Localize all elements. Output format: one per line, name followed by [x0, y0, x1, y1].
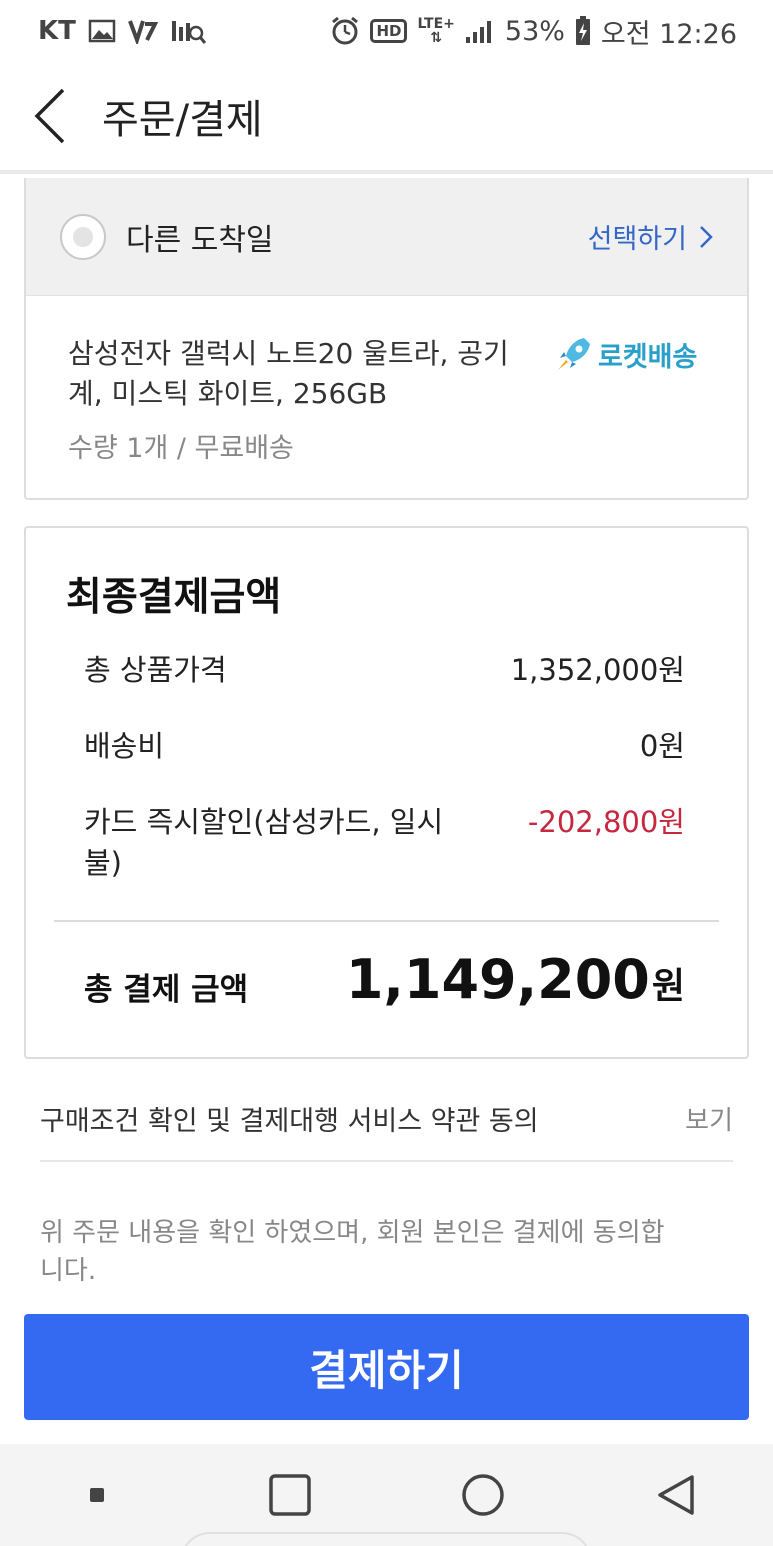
total-value: 1,149,200: [345, 948, 650, 1011]
recent-apps-button[interactable]: [245, 1450, 335, 1540]
app-notification-icon: [128, 18, 158, 44]
alarm-icon: [330, 16, 360, 46]
carrier-label: KT: [38, 16, 76, 46]
status-bar: KT HD LTE+ ⇅ 53% 오전 12:26: [0, 0, 773, 62]
clock: 오전 12:26: [600, 18, 737, 50]
select-date-label: 선택하기: [587, 224, 687, 255]
product-row: 삼성전자 갤럭시 노트20 울트라, 공기계, 미스틱 화이트, 256GB 수…: [26, 296, 747, 465]
status-left: KT: [38, 16, 206, 46]
triangle-back-icon: [658, 1475, 695, 1515]
chart-search-icon: [170, 17, 206, 45]
terms-agreement-row[interactable]: 구매조건 확인 및 결제대행 서비스 약관 동의 보기: [40, 1076, 733, 1162]
circle-icon: [462, 1474, 504, 1516]
rocket-icon: [558, 338, 590, 370]
data-arrows-icon: ⇅: [430, 30, 443, 46]
battery-charging-icon: [575, 16, 591, 46]
line-item-card-discount: 카드 즉시할인(삼성카드, 일시불) -202,800원: [84, 802, 685, 884]
square-icon: [269, 1474, 311, 1516]
status-right: HD LTE+ ⇅ 53% 오전 12:26: [330, 12, 737, 51]
back-button[interactable]: [0, 62, 100, 170]
line-item-product-price: 총 상품가격 1,352,000원: [84, 650, 685, 691]
total-unit: 원: [651, 966, 685, 1007]
hd-voice-icon: HD: [370, 19, 408, 43]
product-name: 삼성전자 갤럭시 노트20 울트라, 공기계, 미스틱 화이트, 256GB: [68, 337, 509, 410]
payment-summary-card: 최종결제금액 총 상품가격 1,352,000원 배송비 0원 카드 즉시할인(…: [24, 526, 749, 1059]
line-item-label: 배송비: [84, 729, 165, 763]
lte-label: LTE+: [417, 16, 455, 32]
discount-value: -202,800원: [527, 805, 685, 839]
pay-button[interactable]: 결제하기: [24, 1314, 749, 1420]
line-item-shipping-fee: 배송비 0원: [84, 726, 685, 767]
delivery-card: 다른 도착일 선택하기 삼성전자 갤럭시 노트20 울트라, 공기계, 미스틱 …: [24, 178, 749, 500]
consent-text: 위 주문 내용을 확인 하였으며, 회원 본인은 결제에 동의합니다.: [40, 1218, 665, 1286]
terms-view-link[interactable]: 보기: [685, 1100, 733, 1137]
rocket-delivery-label: 로켓배송: [598, 341, 698, 373]
navigation-bar: [0, 1444, 773, 1546]
product-quantity-shipping: 수량 1개 / 무료배송: [68, 433, 294, 464]
dot-icon: [89, 1488, 104, 1502]
alt-date-label: 다른 도착일: [126, 222, 274, 258]
line-item-value: 1,352,000원: [510, 653, 685, 687]
select-date-link[interactable]: 선택하기: [588, 217, 713, 256]
radio-dot: [73, 226, 93, 247]
alt-date-radio[interactable]: [60, 213, 106, 260]
nav-dot-button[interactable]: [52, 1450, 142, 1540]
total-label: 총 결제 금액: [84, 972, 249, 1008]
line-item-value: 0원: [639, 729, 685, 763]
chevron-right-icon: [700, 225, 713, 248]
nav-handle: [180, 1532, 592, 1546]
total-amount: 1,149,200 원: [346, 948, 685, 1011]
page-title: 주문/결제: [102, 97, 263, 143]
line-item-label: 총 상품가격: [84, 653, 227, 687]
back-nav-button[interactable]: [631, 1450, 721, 1540]
battery-percent: 53%: [504, 15, 565, 47]
home-button[interactable]: [438, 1450, 528, 1540]
alt-date-option[interactable]: 다른 도착일 선택하기: [26, 178, 747, 296]
lte-icon: LTE+ ⇅: [417, 17, 454, 45]
divider: [54, 920, 719, 922]
summary-title: 최종결제금액: [66, 575, 282, 620]
page-header: 주문/결제: [0, 62, 773, 174]
line-item-label: 카드 즉시할인(삼성카드, 일시불): [84, 805, 444, 880]
image-icon: [88, 19, 116, 43]
signal-icon: [465, 18, 495, 44]
chevron-left-icon: [34, 88, 65, 144]
rocket-delivery-badge: 로켓배송: [554, 334, 697, 374]
terms-text: 구매조건 확인 및 결제대행 서비스 약관 동의: [40, 1105, 539, 1137]
